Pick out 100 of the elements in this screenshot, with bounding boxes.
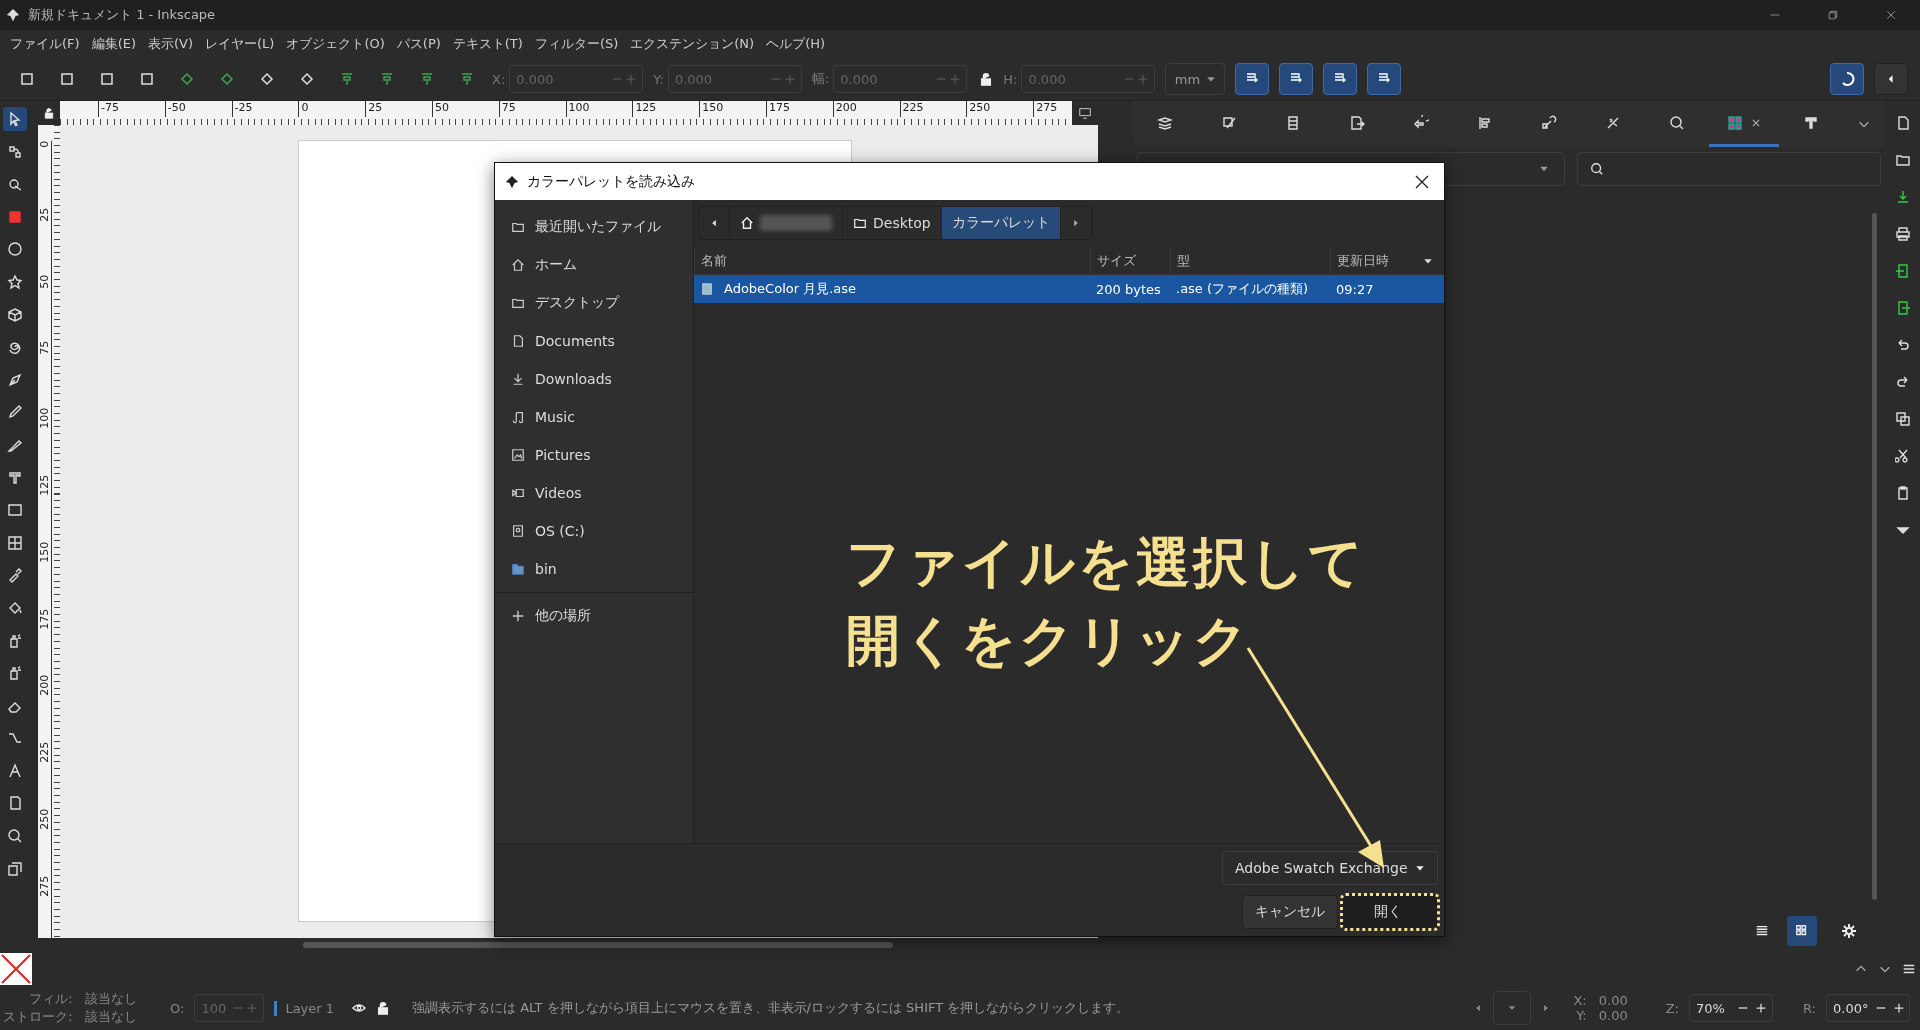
- place-item[interactable]: デスクトップ: [495, 284, 693, 322]
- ruler-label: 0: [38, 141, 52, 208]
- print-icon[interactable]: [1894, 226, 1911, 242]
- ruler-label: 275: [1033, 101, 1072, 117]
- lock-icon[interactable]: [979, 72, 994, 86]
- duplicate-icon[interactable]: [1894, 411, 1911, 427]
- toolbar-icon[interactable]: [139, 71, 155, 87]
- menu-icon[interactable]: [1902, 962, 1916, 976]
- close-button[interactable]: [1414, 173, 1430, 190]
- file-type: .ase (ファイルの種類): [1175, 280, 1310, 298]
- place-item[interactable]: 最近開いたファイル: [495, 208, 693, 246]
- app-logo-icon: [505, 174, 519, 189]
- settings-icon[interactable]: [1841, 923, 1857, 939]
- ruler-label: 175: [765, 101, 833, 117]
- sort-icon: [1423, 256, 1433, 266]
- fill-value: 該当なし: [84, 990, 138, 1008]
- x-value: 0.00: [1598, 993, 1628, 1008]
- path-crumb[interactable]: Desktop: [843, 207, 942, 239]
- close-icon[interactable]: [1751, 117, 1761, 128]
- menu-item[interactable]: パス(P): [390, 35, 447, 53]
- no-color-swatch[interactable]: [0, 953, 32, 985]
- layer-selector[interactable]: Layer 1: [274, 1000, 335, 1016]
- toolbar-icon[interactable]: [219, 71, 235, 87]
- menu-item[interactable]: 編集(E): [85, 35, 142, 53]
- menu-item[interactable]: ヘルプ(H): [760, 35, 832, 53]
- eye-icon[interactable]: [352, 1001, 367, 1015]
- unit-dropdown[interactable]: mm: [1165, 63, 1226, 95]
- place-item[interactable]: Music: [495, 398, 693, 436]
- menu-item[interactable]: レイヤー(L): [199, 35, 281, 53]
- field-label: Y:: [653, 71, 664, 87]
- pencil-icon: [7, 404, 23, 421]
- ruler-label: 25: [38, 207, 52, 275]
- menu-item[interactable]: オブジェクト(O): [280, 35, 391, 53]
- list-icon: [1755, 924, 1769, 938]
- file-type-dropdown[interactable]: Adobe Swatch Exchange: [1222, 851, 1438, 885]
- search-field[interactable]: [1577, 152, 1881, 186]
- place-item[interactable]: ホーム: [495, 246, 693, 284]
- window-title: 新規ドキュメント 1 - Inkscape: [28, 6, 216, 24]
- column-header[interactable]: 更新日時: [1330, 248, 1444, 274]
- scrollbar[interactable]: [1872, 213, 1877, 900]
- place-item[interactable]: Documents: [495, 322, 693, 360]
- cut-icon[interactable]: [1894, 448, 1911, 464]
- display-icon[interactable]: [1078, 106, 1092, 120]
- toolbar-icon[interactable]: [59, 71, 75, 87]
- column-header[interactable]: 型: [1170, 248, 1330, 274]
- text-icon: [1803, 114, 1819, 131]
- snap-button[interactable]: [1323, 63, 1358, 95]
- close-icon: [1885, 9, 1897, 21]
- place-item[interactable]: OS (C:): [495, 512, 693, 550]
- place-item[interactable]: 他の場所: [495, 597, 693, 635]
- open-icon[interactable]: [1894, 152, 1911, 168]
- column-header[interactable]: サイズ: [1090, 248, 1170, 274]
- menu-item[interactable]: 表示(V): [142, 35, 200, 53]
- menu-item[interactable]: エクステンション(N): [624, 35, 761, 53]
- open-button[interactable]: 開く: [1342, 895, 1438, 929]
- lock-icon[interactable]: [43, 107, 55, 119]
- ruler-label: 225: [899, 101, 967, 117]
- video-icon: [511, 486, 525, 500]
- ruler-label: 100: [38, 408, 52, 475]
- menu-item[interactable]: ファイル(F): [4, 35, 86, 53]
- snap-toggle-button[interactable]: [1830, 63, 1864, 95]
- place-item[interactable]: bin: [495, 550, 693, 588]
- column-header[interactable]: 名前: [694, 248, 1090, 274]
- snap-button[interactable]: [1279, 63, 1314, 95]
- folder-icon: [511, 296, 525, 310]
- path-crumb[interactable]: カラーパレット: [941, 207, 1061, 239]
- snap-button[interactable]: [1367, 63, 1402, 95]
- menu-item[interactable]: テキスト(T): [446, 35, 529, 53]
- place-item[interactable]: Downloads: [495, 360, 693, 398]
- scrollbar-thumb[interactable]: [303, 942, 893, 948]
- menu-item[interactable]: フィルター(S): [528, 35, 625, 53]
- toolbar-icon[interactable]: [179, 71, 195, 87]
- ruler-label: 50: [432, 101, 499, 117]
- text-icon: [7, 469, 23, 486]
- ruler-label: 125: [632, 101, 700, 117]
- lock-icon[interactable]: [376, 1001, 391, 1015]
- grid-view-button[interactable]: [1787, 916, 1817, 946]
- rotation-field[interactable]: 0.00°: [1826, 994, 1910, 1022]
- home-icon: [740, 216, 754, 230]
- ruler-label: 150: [699, 101, 766, 117]
- y-label: Y:: [1575, 1008, 1587, 1023]
- tool-button[interactable]: [3, 107, 27, 131]
- ruler-label: 250: [966, 101, 1034, 117]
- toolbar-icon[interactable]: [19, 71, 35, 87]
- ruler-label: 75: [498, 101, 566, 117]
- import-icon[interactable]: [1894, 263, 1911, 279]
- place-item[interactable]: Pictures: [495, 436, 693, 474]
- cancel-button[interactable]: キャンセル: [1242, 895, 1338, 929]
- zoom-icon: [7, 828, 23, 845]
- zoom-field[interactable]: 70%: [1689, 994, 1773, 1022]
- snap-button[interactable]: [1235, 63, 1270, 95]
- align-icon: [1477, 114, 1493, 131]
- place-item[interactable]: Videos: [495, 474, 693, 512]
- folder-icon: [853, 216, 867, 230]
- ruler-label: 100: [565, 101, 633, 117]
- y-value: 0.00: [1598, 1008, 1628, 1023]
- rect-icon: [7, 208, 23, 225]
- toolbar-icon[interactable]: [99, 71, 115, 87]
- star-icon: [7, 273, 23, 290]
- file-row[interactable]: AdobeColor 月見.ase 200 bytes .ase (ファイルの種類) 09:27: [694, 275, 1444, 303]
